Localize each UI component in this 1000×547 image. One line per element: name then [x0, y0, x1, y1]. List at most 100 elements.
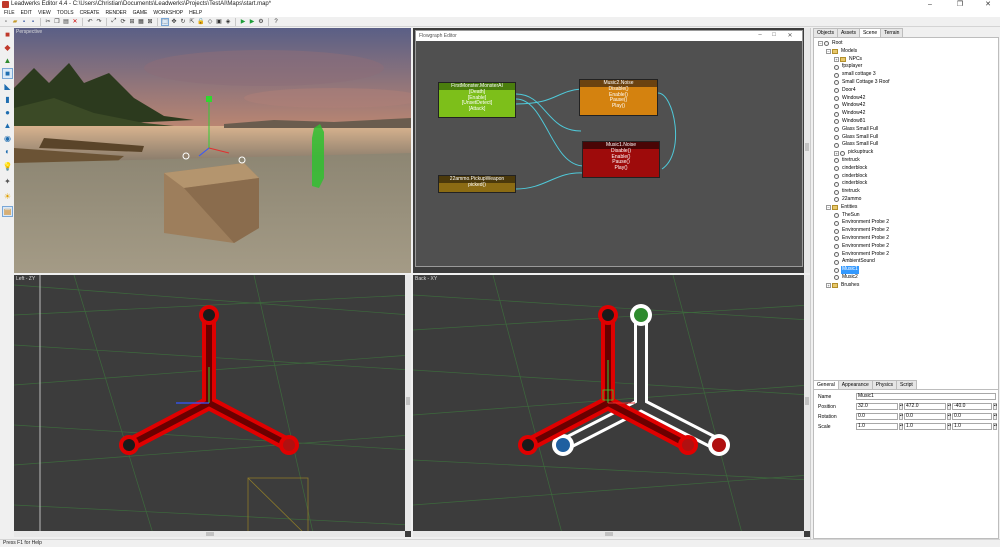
scale-z-stepper[interactable]: ▴▾: [993, 423, 997, 430]
node-output[interactable]: picked(): [439, 182, 515, 189]
position-x-field[interactable]: 32.0: [856, 403, 898, 410]
flowgraph-maximize-button[interactable]: □: [768, 32, 780, 38]
menu-edit[interactable]: EDIT: [21, 10, 32, 16]
rotation-y-field[interactable]: 0.0: [904, 413, 946, 420]
flowgraph-node-monster-ai[interactable]: FirstMonster.MonsterAI [Death] [Enable] …: [438, 82, 516, 118]
flowgraph-node-pickup-weapon[interactable]: 22ammo.PickupWeapon picked(): [438, 175, 516, 193]
close-button[interactable]: ✕: [978, 0, 998, 9]
position-y-field[interactable]: 472.0: [904, 403, 946, 410]
tree-node[interactable]: Window42: [834, 110, 866, 118]
flowgraph-node-music2-noise[interactable]: Music2.Noise Disable() Enable() Pause() …: [579, 79, 658, 116]
tree-node[interactable]: Door4: [834, 87, 857, 95]
name-field[interactable]: Music1: [856, 393, 996, 400]
tab-script[interactable]: Script: [896, 380, 917, 389]
tree-node[interactable]: Environment Probe 2: [834, 219, 890, 227]
select-mode-icon[interactable]: ⬚: [161, 17, 169, 26]
edge-icon[interactable]: ◈: [224, 18, 232, 26]
tree-node[interactable]: TheSun: [834, 212, 861, 220]
flowgraph-editor-window[interactable]: Flowgraph Editor – □ ✕ FirstMonster.Mons…: [415, 30, 803, 267]
lock-icon[interactable]: 🔒: [197, 18, 205, 26]
tree-node[interactable]: Window42: [834, 102, 866, 110]
tree-node[interactable]: cinderblock: [834, 173, 868, 181]
tree-node[interactable]: Glass Small Full: [834, 126, 879, 134]
debug-icon[interactable]: ⚙: [257, 18, 265, 26]
copy-icon[interactable]: ❐: [53, 18, 61, 26]
menu-help[interactable]: HELP: [189, 10, 202, 16]
tree-node[interactable]: tiretruck: [834, 157, 861, 165]
tab-objects[interactable]: Objects: [813, 28, 838, 37]
flowgraph-close-button[interactable]: ✕: [784, 32, 796, 39]
back-viewport-hscroll[interactable]: [413, 531, 804, 537]
tree-node[interactable]: 22ammo: [834, 196, 862, 204]
tree-node[interactable]: + NPCs: [834, 56, 863, 64]
tree-node[interactable]: cinderblock: [834, 165, 868, 173]
tree-node[interactable]: fpsplayer: [834, 63, 863, 71]
flowgraph-minimize-button[interactable]: –: [754, 32, 766, 38]
rotate-icon[interactable]: ⟳: [119, 18, 127, 26]
tree-node[interactable]: Window42: [834, 95, 866, 103]
cylinder-brush-icon[interactable]: ▮: [2, 94, 13, 105]
position-z-stepper[interactable]: ▴▾: [993, 403, 997, 410]
tree-node[interactable]: Environment Probe 2: [834, 251, 890, 259]
save-all-icon[interactable]: ▪: [29, 18, 37, 26]
left-viewport-hscroll[interactable]: [14, 531, 405, 537]
tree-node[interactable]: Music1: [834, 266, 859, 274]
flowgraph-node-music1-noise[interactable]: Music1.Noise Disable() Enable() Pause() …: [582, 141, 660, 178]
scale-x-stepper[interactable]: ▴▾: [899, 423, 903, 430]
delete-icon[interactable]: ✕: [71, 18, 79, 26]
position-y-stepper[interactable]: ▴▾: [947, 403, 951, 410]
arch-brush-icon[interactable]: ◐: [2, 146, 13, 157]
wedge-brush-icon[interactable]: ◣: [2, 81, 13, 92]
face-icon[interactable]: ▣: [215, 18, 223, 26]
expand-icon[interactable]: +: [834, 150, 839, 156]
tree-node[interactable]: + Brushes: [826, 282, 860, 290]
rotation-z-field[interactable]: 0.0: [952, 413, 992, 420]
left-viewport-vscroll[interactable]: [405, 275, 411, 531]
cut-icon[interactable]: ✂: [44, 18, 52, 26]
rotation-z-stepper[interactable]: ▴▾: [993, 413, 997, 420]
position-x-stepper[interactable]: ▴▾: [899, 403, 903, 410]
save-icon[interactable]: ▪: [20, 18, 28, 26]
center-icon[interactable]: ⊞: [128, 18, 136, 26]
tree-node[interactable]: tiretruck: [834, 188, 861, 196]
light-icon[interactable]: 💡: [2, 161, 13, 172]
expand-icon[interactable]: +: [826, 283, 831, 289]
menu-file[interactable]: FILE: [4, 10, 15, 16]
tab-appearance[interactable]: Appearance: [837, 380, 873, 389]
torus-brush-icon[interactable]: ◉: [2, 133, 13, 144]
menu-view[interactable]: VIEW: [38, 10, 51, 16]
sphere-brush-icon[interactable]: ●: [2, 107, 13, 118]
help-icon[interactable]: ?: [272, 18, 280, 26]
rotation-x-stepper[interactable]: ▴▾: [899, 413, 903, 420]
left-viewport[interactable]: Left - ZY: [14, 275, 411, 537]
scale-x-field[interactable]: 1.0: [856, 423, 898, 430]
tree-node[interactable]: Environment Probe 2: [834, 235, 890, 243]
grid-icon[interactable]: ▦: [137, 18, 145, 26]
node-output[interactable]: [Attack]: [439, 106, 515, 113]
menu-render[interactable]: RENDER: [106, 10, 127, 16]
collapse-icon[interactable]: −: [826, 49, 831, 55]
scale-icon[interactable]: ⤢: [110, 18, 118, 26]
flowgraph-title-bar[interactable]: Flowgraph Editor – □ ✕: [416, 31, 802, 41]
tree-node[interactable]: small cottage 3: [834, 71, 877, 79]
tree-node[interactable]: Glass Small Full: [834, 134, 879, 142]
tree-node[interactable]: Window81: [834, 118, 866, 126]
menu-tools[interactable]: TOOLS: [57, 10, 74, 16]
maximize-button[interactable]: ❐: [950, 0, 970, 9]
tree-node[interactable]: cinderblock: [834, 180, 868, 188]
cone-brush-icon[interactable]: ▲: [2, 120, 13, 131]
perspective-viewport[interactable]: Perspective: [14, 28, 411, 273]
expand-icon[interactable]: +: [834, 56, 839, 62]
tab-scene[interactable]: Scene: [858, 28, 882, 37]
rotation-y-stepper[interactable]: ▴▾: [947, 413, 951, 420]
new-file-icon[interactable]: ▫: [2, 18, 10, 26]
paste-icon[interactable]: ▤: [62, 18, 70, 26]
scale-z-field[interactable]: 1.0: [952, 423, 992, 430]
tree-node[interactable]: − Entities: [826, 204, 858, 212]
snap-icon[interactable]: ⊠: [146, 18, 154, 26]
tab-assets[interactable]: Assets: [836, 28, 860, 37]
cube-brush-icon[interactable]: ■: [2, 68, 13, 79]
tree-node[interactable]: Glass Small Full: [834, 141, 879, 149]
sun-icon[interactable]: ☀: [2, 191, 13, 202]
move-icon[interactable]: ✥: [170, 18, 178, 26]
